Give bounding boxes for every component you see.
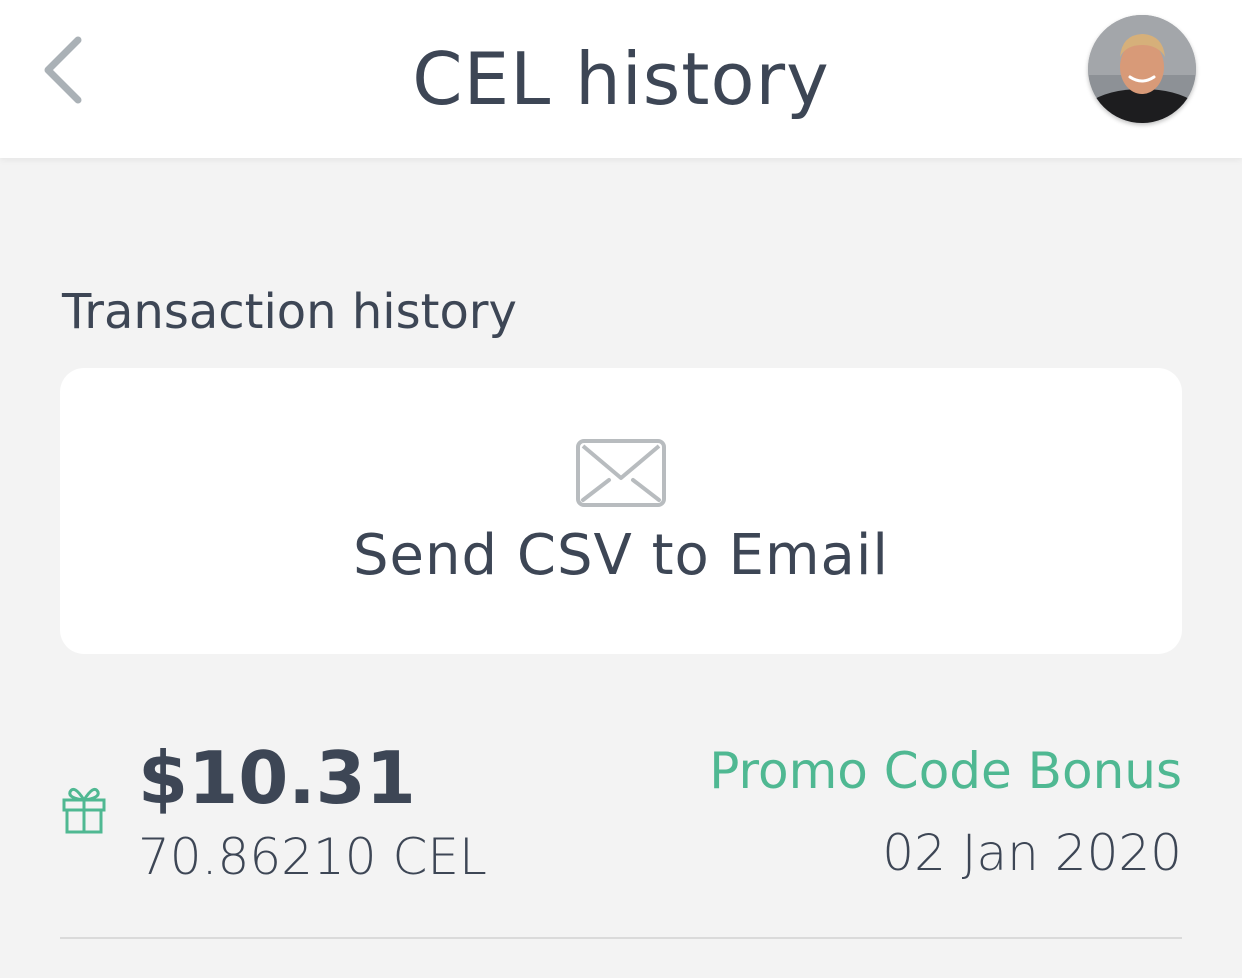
transaction-amount-usd: $10.31 — [138, 736, 416, 820]
transaction-type: Promo Code Bonus — [709, 742, 1182, 800]
chevron-left-icon — [44, 36, 82, 104]
avatar[interactable] — [1088, 15, 1196, 123]
app-header: CEL history — [0, 0, 1242, 158]
mail-icon — [575, 438, 667, 508]
section-title: Transaction history — [62, 284, 517, 340]
transaction-amount-crypto: 70.86210 CEL — [138, 828, 487, 886]
gift-icon — [60, 782, 108, 834]
back-button[interactable] — [34, 30, 94, 110]
transaction-date: 02 Jan 2020 — [882, 824, 1182, 882]
send-csv-button[interactable]: Send CSV to Email — [60, 368, 1182, 654]
page-title: CEL history — [412, 37, 830, 121]
row-divider — [60, 937, 1182, 939]
send-csv-label: Send CSV to Email — [353, 523, 889, 588]
user-avatar-image — [1088, 15, 1196, 123]
transaction-row[interactable]: $10.31 70.86210 CEL Promo Code Bonus 02 … — [60, 720, 1182, 938]
